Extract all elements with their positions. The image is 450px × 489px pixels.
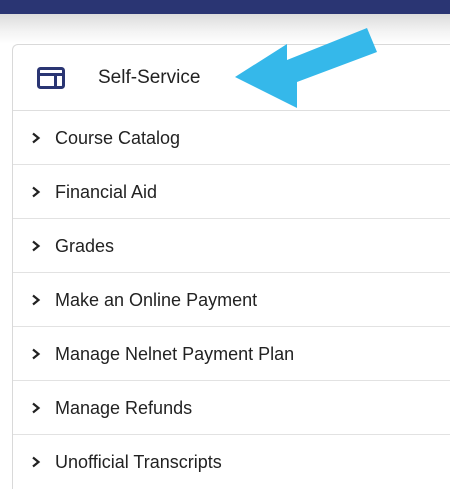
menu-item-label: Manage Nelnet Payment Plan — [55, 343, 295, 364]
menu-item-course-catalog[interactable]: Course Catalog — [13, 111, 450, 165]
card-layout-icon — [37, 67, 65, 89]
menu-item-label: Grades — [55, 235, 115, 256]
self-service-panel: Self-Service Course Catalog Financial Ai… — [12, 44, 450, 489]
chevron-right-icon — [32, 132, 41, 143]
menu-item-label: Make an Online Payment — [55, 289, 258, 310]
menu-item-financial-aid[interactable]: Financial Aid — [13, 165, 450, 219]
menu-item-manage-refunds[interactable]: Manage Refunds — [13, 381, 450, 435]
chevron-right-icon — [32, 186, 41, 197]
menu-item-label: Unofficial Transcripts — [55, 452, 222, 472]
menu-item-unofficial-transcripts[interactable]: Unofficial Transcripts — [13, 435, 450, 489]
chevron-right-icon — [32, 402, 41, 413]
header-shadow — [0, 14, 450, 44]
self-service-menu: Course Catalog Financial Aid Grades Make… — [13, 111, 450, 489]
panel-title: Self-Service — [98, 67, 201, 88]
menu-item-make-online-payment[interactable]: Make an Online Payment — [13, 273, 450, 327]
chevron-right-icon — [32, 456, 41, 468]
top-navigation-bar — [0, 0, 450, 14]
panel-header[interactable]: Self-Service — [13, 45, 450, 111]
chevron-right-icon — [32, 240, 41, 251]
menu-item-label: Course Catalog — [55, 127, 181, 148]
menu-item-label: Manage Refunds — [55, 397, 193, 418]
menu-item-grades[interactable]: Grades — [13, 219, 450, 273]
chevron-right-icon — [32, 294, 41, 305]
menu-item-manage-nelnet-payment-plan[interactable]: Manage Nelnet Payment Plan — [13, 327, 450, 381]
chevron-right-icon — [32, 348, 41, 359]
menu-item-label: Financial Aid — [55, 181, 158, 202]
